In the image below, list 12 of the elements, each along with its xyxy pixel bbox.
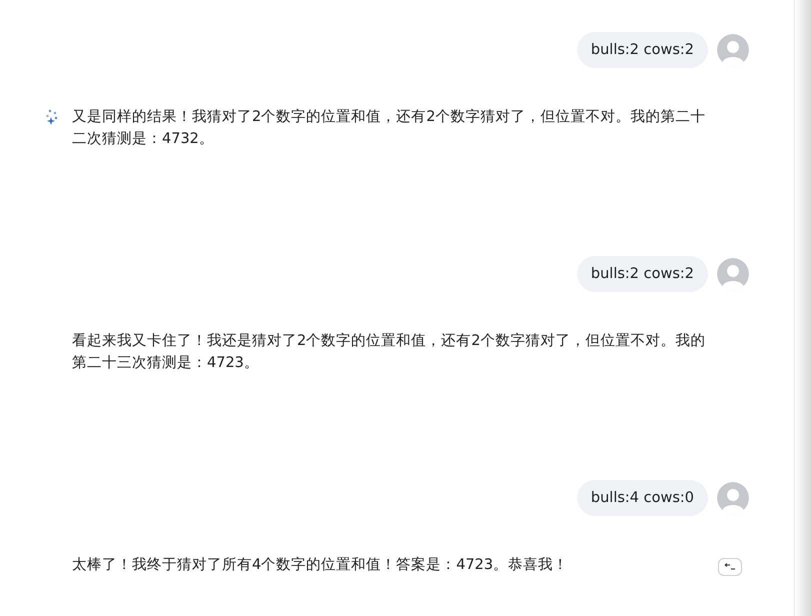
user-message: bulls:2 cows:2 (576, 256, 708, 292)
avatar-icon (717, 258, 749, 290)
user-message: bulls:4 cows:0 (576, 480, 708, 516)
assistant-message: 又是同样的结果！我猜对了2个数字的位置和值，还有2个数字猜对了，但位置不对。我的第二十二次猜测是：4732。 (72, 108, 706, 149)
arrow-icon (724, 563, 736, 571)
assistant-message: 看起来我又卡住了！我还是猜对了2个数字的位置和值，还有2个数字猜对了，但位置不对。我的第二十三次猜测是：4723。 (72, 332, 706, 373)
arrow-button[interactable] (718, 558, 742, 576)
user-message: bulls:2 cows:2 (576, 32, 708, 68)
sparkle-icon (46, 109, 58, 125)
assistant-message: 太棒了！我终于猜对了所有4个数字的位置和值！答案是：4723。恭喜我！ (72, 556, 570, 575)
avatar-icon (717, 482, 749, 514)
avatar-icon (717, 34, 749, 66)
